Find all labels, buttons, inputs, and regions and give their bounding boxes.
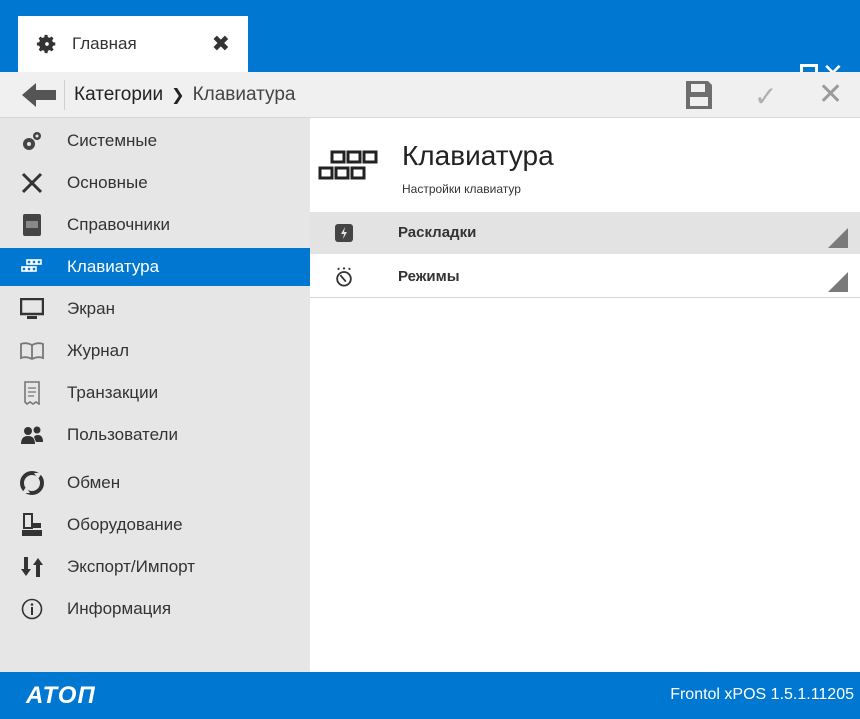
sidebar-item-label: Информация bbox=[67, 599, 172, 618]
list-item-modes[interactable]: Режимы bbox=[310, 256, 860, 298]
keyboard-header-icon bbox=[318, 150, 378, 180]
info-icon bbox=[20, 597, 44, 621]
breadcrumb-current: Клавиатура bbox=[192, 84, 296, 105]
page-title: Клавиатура bbox=[402, 140, 554, 171]
export-import-icon bbox=[20, 555, 44, 579]
tools-icon bbox=[20, 171, 44, 195]
sidebar-item-users[interactable]: Пользователи bbox=[0, 416, 310, 454]
receipt-icon bbox=[20, 381, 44, 405]
breadcrumb-chevron-icon: ❯ bbox=[171, 87, 185, 104]
breadcrumb-root[interactable]: Категории bbox=[74, 84, 163, 105]
tab-label: Главная bbox=[72, 34, 137, 53]
sidebar-item-label: Основные bbox=[67, 173, 148, 192]
sidebar-item-directories[interactable]: Справочники bbox=[0, 206, 310, 244]
list-item-label: Режимы bbox=[398, 268, 460, 285]
sidebar-item-transactions[interactable]: Транзакции bbox=[0, 374, 310, 412]
sidebar-item-label: Клавиатура bbox=[67, 257, 160, 276]
users-icon bbox=[20, 423, 44, 447]
sidebar-item-label: Справочники bbox=[67, 215, 170, 234]
journal-icon bbox=[20, 339, 44, 363]
monitor-icon bbox=[20, 297, 44, 321]
content-panel: Клавиатура Настройки клавиатур Раскладки… bbox=[310, 118, 860, 672]
toolbar-divider bbox=[64, 80, 65, 110]
cancel-icon[interactable]: ✕ bbox=[818, 77, 843, 112]
timer-icon bbox=[336, 267, 352, 287]
sidebar-item-label: Пользователи bbox=[67, 425, 178, 444]
sidebar-item-export-import[interactable]: Экспорт/Импорт bbox=[0, 548, 310, 586]
sidebar-item-keyboard[interactable]: Клавиатура bbox=[0, 248, 310, 286]
back-arrow-icon[interactable] bbox=[22, 83, 56, 107]
toolbar: Категории ❯ Клавиатура ✓ ✕ bbox=[0, 72, 860, 118]
tab-close-icon[interactable]: ✖ bbox=[212, 33, 230, 55]
sidebar-item-label: Журнал bbox=[67, 341, 130, 360]
sidebar-item-screen[interactable]: Экран bbox=[0, 290, 310, 328]
gears-icon bbox=[20, 129, 44, 153]
sidebar-item-information[interactable]: Информация bbox=[0, 590, 310, 628]
page-subtitle: Настройки клавиатур bbox=[402, 182, 521, 196]
sidebar-item-label: Системные bbox=[67, 131, 158, 150]
list-item-label: Раскладки bbox=[398, 224, 477, 241]
sidebar-item-label: Экспорт/Импорт bbox=[67, 557, 196, 576]
status-bar: ATOΠ Frontol xPOS 1.5.1.11205 bbox=[0, 672, 860, 719]
keyboard-icon bbox=[20, 255, 44, 279]
title-bar: Главная ✖ ✕ bbox=[0, 0, 860, 88]
book-icon bbox=[20, 213, 44, 237]
sidebar-item-exchange[interactable]: Обмен bbox=[0, 464, 310, 502]
tab-main[interactable]: Главная ✖ bbox=[18, 16, 248, 72]
sync-icon bbox=[20, 471, 44, 495]
brand-logo: ATOΠ bbox=[26, 682, 96, 709]
expand-corner-icon bbox=[828, 272, 848, 292]
sidebar: Системные Основные Справочники Клавиатур… bbox=[0, 118, 310, 672]
sidebar-item-basic[interactable]: Основные bbox=[0, 164, 310, 202]
gear-icon bbox=[36, 34, 56, 54]
sidebar-item-system[interactable]: Системные bbox=[0, 122, 310, 160]
cash-register-icon bbox=[20, 513, 44, 537]
sidebar-item-label: Экран bbox=[67, 299, 115, 318]
sidebar-item-equipment[interactable]: Оборудование bbox=[0, 506, 310, 544]
sidebar-item-journal[interactable]: Журнал bbox=[0, 332, 310, 370]
sidebar-item-label: Обмен bbox=[67, 473, 121, 492]
version-label: Frontol xPOS 1.5.1.11205 bbox=[670, 686, 854, 703]
save-icon[interactable] bbox=[686, 81, 712, 109]
apply-check-icon[interactable]: ✓ bbox=[754, 80, 777, 113]
breadcrumb: Категории ❯ Клавиатура bbox=[74, 84, 295, 106]
sidebar-item-label: Оборудование bbox=[67, 515, 183, 534]
app-window: Главная ✖ ✕ Категории ❯ Клавиатура ✓ ✕ bbox=[0, 0, 860, 719]
sidebar-item-label: Транзакции bbox=[67, 383, 159, 402]
list-item-layouts[interactable]: Раскладки bbox=[310, 212, 860, 254]
layout-icon bbox=[335, 224, 353, 242]
expand-corner-icon bbox=[828, 228, 848, 248]
